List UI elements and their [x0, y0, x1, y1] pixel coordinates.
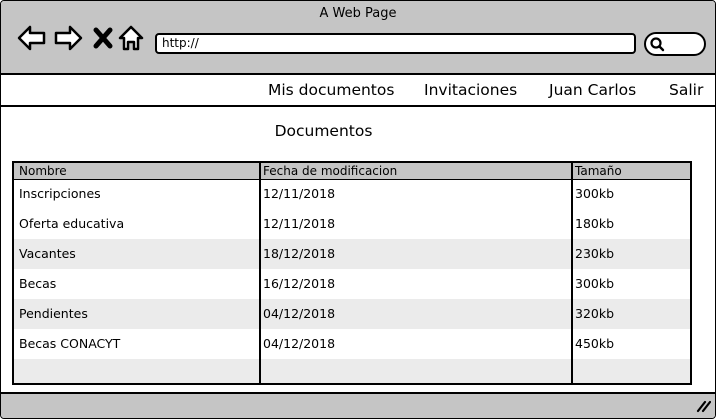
cell-tamano: 300kb — [575, 186, 615, 201]
cell-tamano: 300kb — [575, 276, 615, 291]
cell-tamano: 450kb — [575, 336, 615, 351]
cell-fecha: 18/12/2018 — [263, 246, 336, 261]
table-row-empty — [14, 359, 690, 383]
home-icon[interactable] — [117, 23, 147, 53]
menu-item-mis-documentos[interactable]: Mis documentos — [268, 81, 394, 99]
table-row[interactable]: Oferta educativa 12/11/2018 180kb — [14, 209, 690, 239]
cell-nombre: Becas CONACYT — [19, 336, 121, 351]
cell-tamano: 320kb — [575, 306, 615, 321]
table-header: Nombre Fecha de modificacion Tamaño — [14, 163, 690, 180]
browser-toolbar: A Web Page http:// — [1, 1, 715, 75]
cell-fecha: 12/11/2018 — [263, 186, 336, 201]
cell-tamano: 180kb — [575, 216, 615, 231]
page-title: Documentos — [274, 122, 373, 140]
table-row[interactable]: Becas CONACYT 04/12/2018 450kb — [14, 329, 690, 359]
cell-fecha: 04/12/2018 — [263, 336, 336, 351]
cell-tamano: 230kb — [575, 246, 615, 261]
column-divider — [259, 163, 261, 383]
menu-item-user[interactable]: Juan Carlos — [549, 81, 636, 99]
column-divider — [571, 163, 573, 383]
cell-fecha: 16/12/2018 — [263, 276, 336, 291]
window-title: A Web Page — [319, 6, 397, 21]
address-bar[interactable]: http:// — [155, 33, 636, 54]
column-header-nombre[interactable]: Nombre — [19, 164, 67, 178]
back-arrow-icon[interactable] — [17, 23, 47, 53]
resize-grip-icon[interactable] — [695, 399, 711, 413]
top-menu: Mis documentos Invitaciones Juan Carlos … — [1, 75, 715, 107]
menu-item-invitaciones[interactable]: Invitaciones — [424, 81, 517, 99]
forward-arrow-icon[interactable] — [53, 23, 83, 53]
cell-fecha: 12/11/2018 — [263, 216, 336, 231]
cell-nombre: Inscripciones — [19, 186, 101, 201]
table-row[interactable]: Inscripciones 12/11/2018 300kb — [14, 179, 690, 209]
cell-nombre: Pendientes — [19, 306, 88, 321]
browser-window: A Web Page http:// Mis documentos Invita… — [0, 0, 716, 419]
documents-table: Nombre Fecha de modificacion Tamaño Insc… — [12, 161, 692, 385]
table-row[interactable]: Pendientes 04/12/2018 320kb — [14, 299, 690, 329]
cell-nombre: Oferta educativa — [19, 216, 125, 231]
cell-fecha: 04/12/2018 — [263, 306, 336, 321]
cell-nombre: Becas — [19, 276, 57, 291]
column-header-tamano[interactable]: Tamaño — [575, 164, 622, 178]
status-bar — [1, 392, 715, 418]
table-row[interactable]: Becas 16/12/2018 300kb — [14, 269, 690, 299]
search-field[interactable] — [644, 32, 706, 56]
column-header-fecha[interactable]: Fecha de modificacion — [263, 164, 397, 178]
menu-item-salir[interactable]: Salir — [669, 81, 703, 99]
search-icon — [650, 37, 665, 52]
table-row[interactable]: Vacantes 18/12/2018 230kb — [14, 239, 690, 269]
close-icon[interactable] — [89, 23, 119, 53]
cell-nombre: Vacantes — [19, 246, 76, 261]
